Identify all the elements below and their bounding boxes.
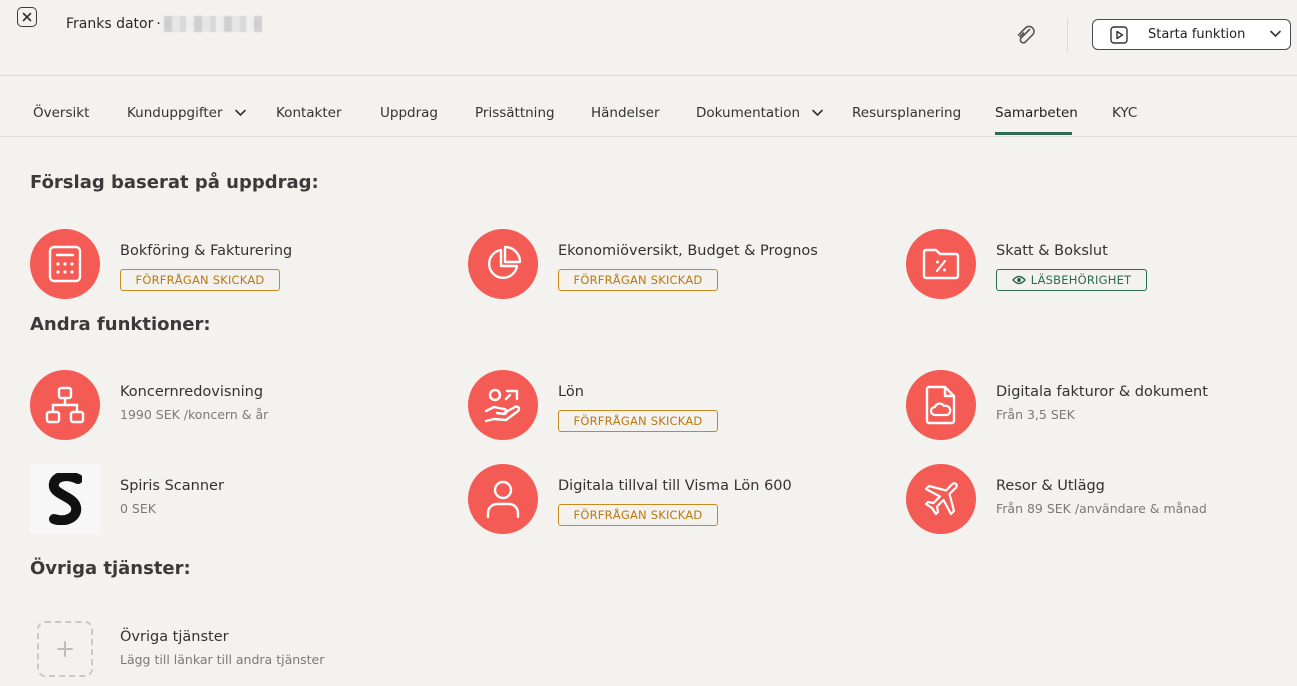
tab-kontakter[interactable]: Kontakter [276, 105, 342, 121]
tab-samarbeten[interactable]: Samarbeten [995, 105, 1078, 121]
active-tab-indicator [995, 132, 1072, 135]
start-function-button[interactable]: Starta funktion [1092, 19, 1291, 50]
service-item-spiris-scanner[interactable]: Spiris Scanner 0 SEK [30, 464, 430, 534]
tab-label: Översikt [33, 105, 90, 121]
attach-button[interactable] [1012, 22, 1040, 50]
service-item-bokforing[interactable]: Bokföring & Fakturering FÖRFRÅGAN SKICKA… [30, 229, 430, 299]
status-badge-label: LÄSBEHÖRIGHET [1030, 273, 1132, 287]
hierarchy-icon [45, 386, 85, 424]
section-title-suggested: Förslag baserat på uppdrag: [30, 172, 319, 193]
tab-label: Samarbeten [995, 105, 1078, 121]
tab-label: Resursplanering [852, 105, 962, 121]
spiris-logo [30, 464, 100, 534]
service-name: Lön [558, 384, 584, 400]
service-icon-circle [468, 370, 538, 440]
service-item-lon[interactable]: Lön FÖRFRÅGAN SKICKAD [468, 370, 868, 440]
status-badge: FÖRFRÅGAN SKICKAD [558, 504, 718, 526]
tab-kunduppgifter[interactable]: Kunduppgifter [127, 105, 246, 121]
tab-bar: Översikt Kunduppgifter Kontakter Uppdrag… [0, 100, 1297, 137]
service-name: Bokföring & Fakturering [120, 243, 293, 259]
tab-label: Uppdrag [380, 105, 438, 121]
title-separator: · [156, 16, 161, 32]
document-cloud-icon [925, 385, 956, 425]
tab-label: Kunduppgifter [127, 105, 223, 121]
service-icon-circle [906, 464, 976, 534]
service-item-ekonomioversikt[interactable]: Ekonomiöversikt, Budget & Prognos FÖRFRÅ… [468, 229, 868, 299]
service-icon-circle [468, 229, 538, 299]
airplane-icon [924, 482, 958, 516]
section-title-other-functions: Andra funktioner: [30, 314, 211, 335]
service-name: Resor & Utlägg [996, 478, 1105, 494]
section-title-other-services: Övriga tjänster: [30, 558, 191, 579]
tab-label: Händelser [591, 105, 660, 121]
start-function-label: Starta funktion [1148, 27, 1246, 42]
paperclip-icon [1017, 25, 1035, 44]
service-name: Skatt & Bokslut [996, 243, 1108, 259]
service-item-digitala-fakturor[interactable]: Digitala fakturor & dokument Från 3,5 SE… [906, 370, 1286, 440]
user-icon [486, 480, 520, 519]
client-name: Franks dator [66, 16, 154, 32]
service-item-visma-lon-600[interactable]: Digitala tillval till Visma Lön 600 FÖRF… [468, 464, 868, 534]
redacted-text [163, 16, 262, 32]
status-badge: FÖRFRÅGAN SKICKAD [558, 269, 718, 291]
status-badge: FÖRFRÅGAN SKICKAD [120, 269, 280, 291]
service-price: 0 SEK [120, 501, 156, 516]
service-price: 1990 SEK /koncern & år [120, 407, 269, 422]
service-name: Digitala fakturor & dokument [996, 384, 1208, 400]
folder-percent-icon [922, 248, 960, 280]
plus-icon [57, 641, 73, 657]
service-icon-circle [906, 229, 976, 299]
status-badge: LÄSBEHÖRIGHET [996, 269, 1147, 291]
calculator-icon [48, 245, 82, 283]
service-name: Spiris Scanner [120, 478, 224, 494]
service-icon-circle [906, 370, 976, 440]
status-badge: FÖRFRÅGAN SKICKAD [558, 410, 718, 432]
tab-handelser[interactable]: Händelser [591, 105, 660, 121]
tab-dokumentation[interactable]: Dokumentation [696, 105, 823, 121]
tab-label: Prissättning [475, 105, 555, 121]
service-name: Ekonomiöversikt, Budget & Prognos [558, 243, 818, 259]
tab-prissattning[interactable]: Prissättning [475, 105, 555, 121]
tab-uppdrag[interactable]: Uppdrag [380, 105, 438, 121]
service-item-resor-utlagg[interactable]: Resor & Utlägg Från 89 SEK /användare & … [906, 464, 1286, 534]
service-name: Övriga tjänster [120, 629, 229, 645]
tab-label: KYC [1112, 105, 1138, 121]
service-description: Lägg till länkar till andra tjänster [120, 652, 325, 667]
service-name: Koncernredovisning [120, 384, 264, 400]
service-item-skatt-bokslut[interactable]: Skatt & Bokslut LÄSBEHÖRIGHET [906, 229, 1286, 299]
close-icon [22, 12, 32, 22]
close-button[interactable] [17, 7, 37, 27]
service-icon-circle [30, 229, 100, 299]
spiris-logo-icon [48, 473, 82, 525]
pie-chart-icon [488, 245, 522, 279]
tab-label: Dokumentation [696, 105, 801, 121]
service-name: Digitala tillval till Visma Lön 600 [558, 478, 792, 494]
chevron-down-icon [812, 109, 823, 117]
tab-resursplanering[interactable]: Resursplanering [852, 105, 961, 121]
top-bar: Franks dator · Starta funktion [0, 0, 1297, 76]
add-service-button[interactable] [37, 621, 93, 677]
hand-money-icon [484, 388, 521, 423]
service-item-koncernredovisning[interactable]: Koncernredovisning 1990 SEK /koncern & å… [30, 370, 430, 440]
service-price: Från 89 SEK /användare & månad [996, 501, 1207, 516]
service-price: Från 3,5 SEK [996, 407, 1075, 422]
play-icon [1110, 25, 1128, 44]
tab-kyc[interactable]: KYC [1112, 105, 1137, 121]
tab-label: Kontakter [276, 105, 342, 121]
service-icon-circle [468, 464, 538, 534]
service-icon-circle [30, 370, 100, 440]
eye-icon [1011, 275, 1026, 285]
tab-oversikt[interactable]: Översikt [33, 105, 89, 121]
page-title: Franks dator · [66, 16, 262, 32]
chevron-down-icon [234, 109, 246, 117]
service-item-ovriga-tjanster[interactable]: Övriga tjänster Lägg till länkar till an… [30, 621, 430, 681]
chevron-down-icon [1270, 30, 1281, 38]
header-divider [1067, 18, 1068, 52]
